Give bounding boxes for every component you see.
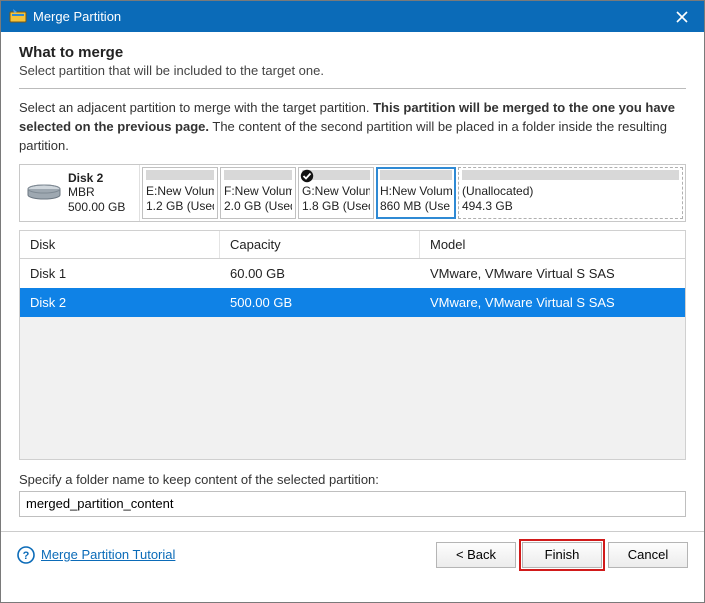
partition-2[interactable]: G:New Volum1.8 GB (Used: [298, 167, 374, 219]
partition-label: H:New Volum: [380, 184, 452, 199]
check-icon: [300, 169, 314, 183]
col-disk[interactable]: Disk: [20, 231, 220, 258]
disk-scheme: MBR: [68, 185, 125, 199]
back-button[interactable]: < Back: [436, 542, 516, 568]
window-title: Merge Partition: [33, 9, 659, 24]
instruction-pre: Select an adjacent partition to merge wi…: [19, 100, 373, 115]
partition-label: G:New Volum: [302, 184, 370, 199]
partition-3[interactable]: H:New Volum860 MB (Use: [376, 167, 456, 219]
disk-icon: [26, 183, 62, 203]
col-model[interactable]: Model: [420, 231, 685, 258]
disk-size: 500.00 GB: [68, 200, 125, 214]
folder-label: Specify a folder name to keep content of…: [19, 472, 686, 487]
table-row[interactable]: Disk 2500.00 GBVMware, VMware Virtual S …: [20, 288, 685, 317]
partition-size: 494.3 GB: [462, 199, 679, 214]
divider: [19, 88, 686, 89]
instruction-text: Select an adjacent partition to merge wi…: [19, 99, 686, 156]
partition-size: 860 MB (Use: [380, 199, 452, 214]
finish-button[interactable]: Finish: [522, 542, 602, 568]
tutorial-link[interactable]: Merge Partition Tutorial: [41, 547, 175, 562]
disk-info: Disk 2 MBR 500.00 GB: [20, 165, 140, 221]
folder-name-input[interactable]: [19, 491, 686, 517]
disk-name: Disk 2: [68, 171, 125, 185]
partition-bar: [380, 170, 452, 180]
col-capacity[interactable]: Capacity: [220, 231, 420, 258]
footer: ? Merge Partition Tutorial < Back Finish…: [1, 531, 704, 576]
partition-size: 1.2 GB (Used: [146, 199, 214, 214]
page-heading: What to merge: [19, 44, 686, 61]
cell-model: VMware, VMware Virtual S SAS: [420, 259, 685, 288]
cell-disk: Disk 2: [20, 288, 220, 317]
cell-capacity: 60.00 GB: [220, 259, 420, 288]
disk-map: Disk 2 MBR 500.00 GB E:New Volum1.2 GB (…: [19, 164, 686, 222]
partition-0[interactable]: E:New Volum1.2 GB (Used: [142, 167, 218, 219]
partition-label: (Unallocated): [462, 184, 679, 199]
close-icon: [676, 11, 688, 23]
page-subheading: Select partition that will be included t…: [19, 63, 686, 78]
cell-model: VMware, VMware Virtual S SAS: [420, 288, 685, 317]
partition-size: 1.8 GB (Used: [302, 199, 370, 214]
cell-disk: Disk 1: [20, 259, 220, 288]
svg-text:?: ?: [23, 550, 30, 562]
app-icon: [9, 8, 27, 26]
title-bar: Merge Partition: [1, 1, 704, 32]
partition-4[interactable]: (Unallocated)494.3 GB: [458, 167, 683, 219]
disk-table: Disk Capacity Model Disk 160.00 GBVMware…: [19, 230, 686, 460]
partition-1[interactable]: F:New Volum2.0 GB (Used: [220, 167, 296, 219]
partition-label: F:New Volum: [224, 184, 292, 199]
cancel-button[interactable]: Cancel: [608, 542, 688, 568]
table-row[interactable]: Disk 160.00 GBVMware, VMware Virtual S S…: [20, 259, 685, 288]
partition-size: 2.0 GB (Used: [224, 199, 292, 214]
partition-bar: [462, 170, 679, 180]
help-icon[interactable]: ?: [17, 546, 35, 564]
table-header: Disk Capacity Model: [20, 231, 685, 259]
close-button[interactable]: [659, 3, 704, 31]
partition-bar: [224, 170, 292, 180]
cell-capacity: 500.00 GB: [220, 288, 420, 317]
partition-bar: [146, 170, 214, 180]
partition-label: E:New Volum: [146, 184, 214, 199]
